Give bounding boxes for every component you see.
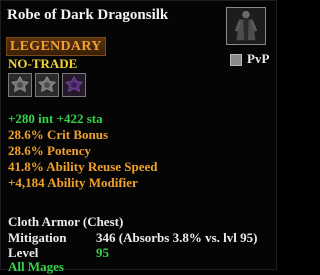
item-name: Robe of Dark Dragonsilk bbox=[7, 7, 169, 23]
pvp-label: PvP bbox=[247, 51, 270, 66]
adornment-slot-gray-icon bbox=[36, 74, 58, 96]
stat-potency: 28.6% Potency bbox=[8, 143, 92, 158]
usable-classes: All Mages bbox=[8, 259, 64, 274]
robe-figure-icon bbox=[227, 8, 265, 44]
armor-type: Cloth Armor (Chest) bbox=[8, 214, 124, 229]
robe-item-icon bbox=[226, 7, 266, 45]
adornment-slot-purple-icon bbox=[63, 74, 85, 96]
mitigation-value: 346 (Absorbs 3.8% vs. lvl 95) bbox=[96, 230, 258, 245]
stat-crit-bonus: 28.6% Crit Bonus bbox=[8, 127, 109, 142]
item-tooltip: Robe of Dark Dragonsilk LEGENDARY NO-TRA… bbox=[0, 0, 277, 274]
adornment-slot-gray-icon bbox=[9, 74, 31, 96]
rarity-badge: LEGENDARY bbox=[6, 37, 106, 56]
no-trade-flag: NO-TRADE bbox=[8, 56, 78, 71]
mitigation-label: Mitigation bbox=[8, 230, 67, 245]
stat-ability-reuse: 41.8% Ability Reuse Speed bbox=[8, 159, 158, 174]
adornment-slot-1[interactable] bbox=[8, 73, 32, 97]
stat-attributes: +280 int +422 sta bbox=[8, 111, 103, 126]
adornment-slot-3[interactable] bbox=[62, 73, 86, 97]
stat-ability-modifier: +4,184 Ability Modifier bbox=[8, 175, 138, 190]
adornment-slot-2[interactable] bbox=[35, 73, 59, 97]
level-value: 95 bbox=[96, 245, 109, 260]
pvp-checkbox[interactable] bbox=[230, 54, 242, 66]
